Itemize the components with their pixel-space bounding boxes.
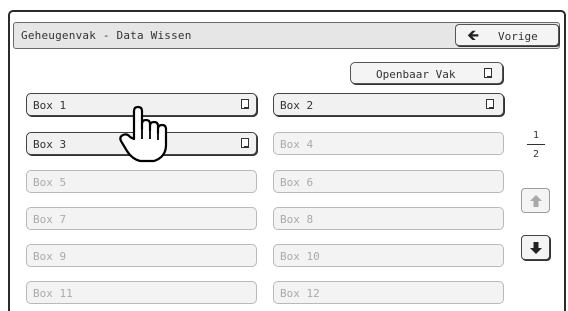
box-label: Box 3 — [33, 138, 67, 151]
page-divider — [527, 144, 545, 145]
scroll-up-button — [521, 188, 550, 213]
box-11-button: Box 11 — [26, 281, 257, 304]
box-4-button: Box 4 — [273, 132, 504, 155]
down-arrow-icon — [530, 242, 542, 254]
box-12-button: Box 12 — [273, 281, 504, 304]
box-label: Box 8 — [280, 213, 314, 226]
hand-pointer-icon — [119, 105, 168, 163]
up-arrow-icon — [530, 195, 542, 207]
document-icon — [241, 138, 249, 148]
box-6-button: Box 6 — [273, 170, 504, 193]
box-label: Box 11 — [33, 287, 73, 300]
box-5-button: Box 5 — [26, 170, 257, 193]
page-indicator: 1 2 — [521, 130, 551, 160]
box-label: Box 12 — [280, 287, 320, 300]
box-label: Box 5 — [33, 176, 67, 189]
page-title: Geheugenvak - Data Wissen — [21, 29, 192, 42]
box-label: Box 9 — [33, 250, 67, 263]
public-box-button[interactable]: Openbaar Vak — [350, 62, 503, 84]
box-label: Box 7 — [33, 213, 67, 226]
box-label: Box 2 — [280, 99, 314, 112]
box-label: Box 4 — [280, 138, 314, 151]
document-icon — [486, 99, 494, 109]
scroll-down-button[interactable] — [521, 235, 550, 260]
box-label: Box 10 — [280, 250, 320, 263]
public-box-label: Openbaar Vak — [376, 68, 456, 81]
box-9-button: Box 9 — [26, 244, 257, 267]
box-8-button: Box 8 — [273, 207, 504, 230]
box-label: Box 6 — [280, 176, 314, 189]
document-icon — [241, 99, 249, 109]
back-button-label: Vorige — [498, 30, 538, 43]
box-7-button: Box 7 — [26, 207, 257, 230]
document-icon — [484, 68, 492, 78]
box-10-button: Box 10 — [273, 244, 504, 267]
back-button[interactable]: 🡸 Vorige — [455, 24, 559, 46]
total-pages: 2 — [532, 149, 540, 160]
box-label: Box 1 — [33, 99, 67, 112]
left-arrow-icon: 🡸 — [467, 26, 480, 44]
current-page: 1 — [532, 130, 540, 141]
box-2-button[interactable]: Box 2 — [273, 93, 504, 116]
